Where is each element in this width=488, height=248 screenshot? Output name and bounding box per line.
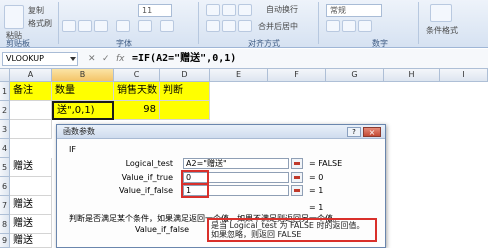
cell-a7[interactable]: 赠送 (10, 196, 52, 215)
align-center-icon[interactable] (222, 20, 236, 32)
cell-a3[interactable] (10, 120, 52, 139)
row-header[interactable]: 1 (0, 82, 10, 101)
row-header[interactable]: 9 (0, 234, 10, 248)
conditional-format-button[interactable]: 条件格式 (426, 25, 458, 36)
column-header-d[interactable]: D (160, 69, 210, 82)
collapse-dialog-icon[interactable] (291, 158, 303, 169)
alignment-group-label: 对齐方式 (248, 39, 280, 48)
number-format-select[interactable]: 常规 (326, 4, 382, 17)
header-cell-sales-days[interactable]: 销售天数 (114, 82, 160, 101)
row-header[interactable]: 7 (0, 196, 10, 215)
clipboard-group-label: 剪贴板 (6, 39, 30, 48)
copy-button[interactable]: 复制 (28, 5, 44, 16)
cell-a8[interactable]: 赠送 (10, 215, 52, 234)
ribbon-separator (418, 2, 419, 44)
row-header[interactable]: 2 (0, 101, 10, 120)
header-cell-judgement[interactable]: 判断 (160, 82, 210, 101)
collapse-dialog-icon[interactable] (291, 172, 303, 183)
ribbon-separator (58, 2, 59, 44)
collapse-dialog-icon[interactable] (291, 185, 303, 196)
align-top-icon[interactable] (206, 4, 220, 16)
fill-color-icon[interactable] (138, 20, 152, 32)
header-cell-quantity[interactable]: 数量 (52, 82, 114, 101)
font-color-icon[interactable] (160, 20, 174, 32)
value-if-true-label: Value_if_true (121, 173, 173, 182)
align-left-icon[interactable] (206, 20, 220, 32)
font-size-select[interactable]: 11 (138, 4, 172, 17)
comma-icon[interactable] (358, 20, 372, 32)
cell-d2[interactable] (160, 101, 210, 120)
paste-icon[interactable] (4, 5, 24, 29)
column-header-i[interactable]: I (440, 69, 488, 82)
logical-test-input[interactable]: A2="赠送" (183, 158, 289, 169)
ribbon-separator (318, 2, 319, 44)
chevron-down-icon[interactable] (70, 57, 76, 61)
header-cell-remark[interactable]: 备注 (10, 82, 52, 101)
column-header-a[interactable]: A (10, 69, 52, 82)
row-header[interactable]: 3 (0, 120, 10, 139)
value-if-false-result: = 1 (309, 186, 324, 195)
value-if-true-result: = 0 (309, 173, 324, 182)
cell-a2[interactable] (10, 101, 52, 120)
conditional-format-icon[interactable] (430, 4, 452, 22)
row-header[interactable]: 5 (0, 158, 10, 177)
percent-icon[interactable] (342, 20, 356, 32)
annotation-box (181, 183, 209, 198)
align-right-icon[interactable] (238, 20, 252, 32)
value-if-false-label: Value_if_false (118, 186, 173, 195)
function-name: IF (69, 145, 76, 154)
formula-result: = 1 (309, 203, 324, 212)
row-header[interactable]: 6 (0, 177, 10, 196)
logical-test-label: Logical_test (125, 159, 173, 168)
cell-a9[interactable]: 赠送 (10, 234, 52, 248)
bold-icon[interactable] (62, 20, 76, 32)
formula-bar-buttons: ✕ ✓ fx (84, 51, 130, 67)
annotation-box (207, 218, 377, 242)
logical-test-result: = FALSE (309, 159, 343, 168)
merge-center-button[interactable]: 合并后居中 (258, 21, 298, 32)
cell-b2-active[interactable]: 送",0,1) (52, 101, 114, 120)
row-header[interactable]: 8 (0, 215, 10, 234)
function-arguments-dialog: 函数参数 ? × IF Logical_test A2="赠送" = FALSE… (56, 124, 386, 248)
font-group-label: 字体 (116, 39, 132, 48)
name-box[interactable]: VLOOKUP (2, 52, 78, 66)
column-header-c[interactable]: C (114, 69, 160, 82)
enter-icon[interactable]: ✓ (102, 54, 110, 64)
column-header-h[interactable]: H (384, 69, 440, 82)
cancel-icon[interactable]: ✕ (88, 54, 96, 64)
close-button[interactable]: × (363, 127, 381, 137)
cell-a5[interactable]: 赠送 (10, 158, 52, 177)
help-button[interactable]: ? (347, 127, 361, 137)
border-icon[interactable] (116, 20, 130, 32)
formula-bar: VLOOKUP ✕ ✓ fx =IF(A2="赠送",0,1) (0, 49, 488, 69)
number-group-label: 数字 (372, 39, 388, 48)
dialog-title[interactable]: 函数参数 (57, 125, 385, 139)
select-all-corner[interactable] (0, 69, 10, 82)
ribbon: 粘贴 复制 格式刷 剪贴板 11 字体 自动换行 合并后居中 对齐方式 常规 数… (0, 0, 488, 48)
ribbon-separator (198, 2, 199, 44)
cell-a6[interactable] (10, 177, 52, 196)
italic-icon[interactable] (78, 20, 92, 32)
wrap-text-button[interactable]: 自动换行 (266, 4, 298, 15)
formula-input[interactable]: =IF(A2="赠送",0,1) (132, 52, 236, 65)
align-middle-icon[interactable] (222, 4, 236, 16)
cell-c2[interactable]: 98 (114, 101, 160, 120)
param-description-label: Value_if_false (135, 225, 190, 234)
currency-icon[interactable] (326, 20, 340, 32)
column-header-b[interactable]: B (52, 69, 114, 82)
underline-icon[interactable] (94, 20, 108, 32)
column-header-g[interactable]: G (326, 69, 384, 82)
column-header-f[interactable]: F (268, 69, 326, 82)
insert-function-icon[interactable]: fx (116, 54, 125, 64)
align-bottom-icon[interactable] (238, 4, 252, 16)
column-header-e[interactable]: E (210, 69, 268, 82)
row-header[interactable]: 4 (0, 139, 10, 158)
format-painter-button[interactable]: 格式刷 (28, 18, 52, 29)
